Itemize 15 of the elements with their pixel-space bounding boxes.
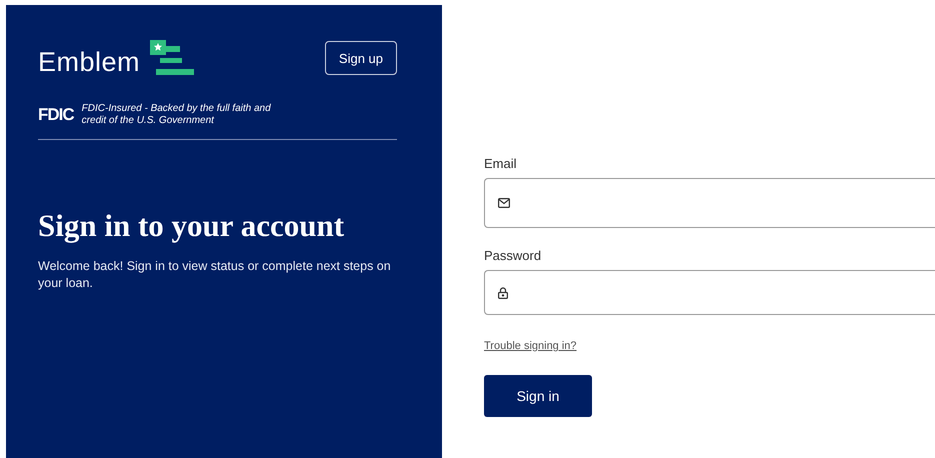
lock-icon <box>498 286 508 298</box>
password-field[interactable] <box>484 270 935 315</box>
welcome-text: Welcome back! Sign in to view status or complete next steps on your loan. <box>38 258 392 292</box>
field-label: Password <box>484 248 542 264</box>
sign-in-button[interactable]: Sign in <box>484 375 592 417</box>
email-field[interactable] <box>484 178 935 228</box>
envelope-icon <box>498 198 510 208</box>
insurance-text: FDIC-Insured - Backed by the full faith and credit of the U.S. Government <box>82 103 272 127</box>
page-heading: Sign in to your account <box>38 208 346 244</box>
flag-logo-icon <box>148 40 196 76</box>
field-label: Email <box>484 156 518 172</box>
fdic-logo-text: FDIC <box>38 105 74 125</box>
sign-up-button[interactable]: Sign up <box>324 41 397 75</box>
brand-name: Emblem <box>38 49 140 76</box>
trouble-signing-in-link[interactable]: Trouble signing in? <box>484 340 577 352</box>
